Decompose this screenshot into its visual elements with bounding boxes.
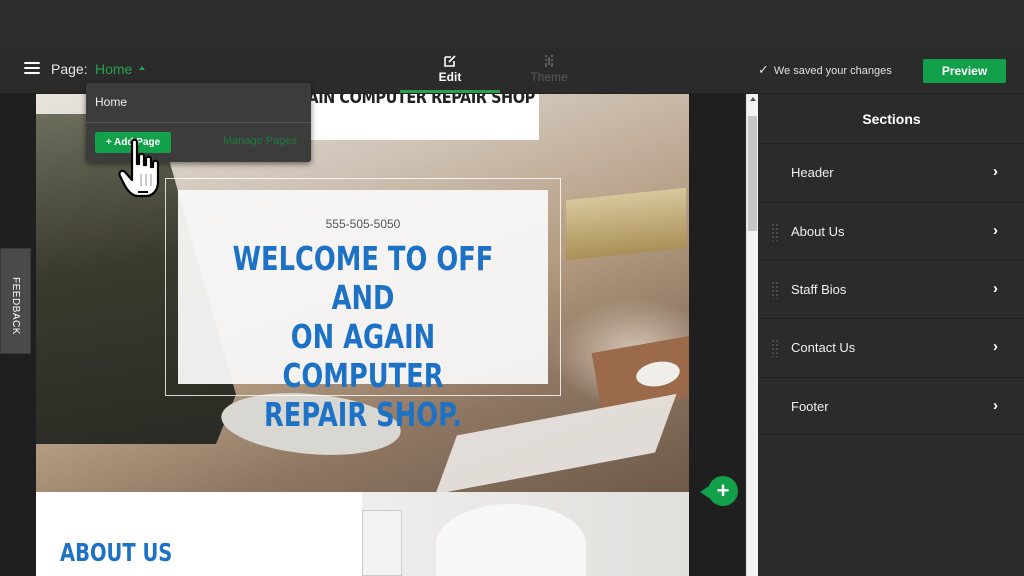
scroll-thumb[interactable] (748, 116, 757, 231)
about-keyboard-image (362, 510, 402, 576)
plus-icon: + (716, 478, 730, 503)
manage-pages-link[interactable]: Manage Pages (223, 135, 297, 147)
sections-panel: Sections Header › About Us › Staff Bios … (759, 94, 1024, 576)
section-item-staff-bios[interactable]: Staff Bios › (759, 260, 1024, 318)
hero-phone[interactable]: 555-505-5050 (178, 217, 548, 231)
about-heading[interactable]: ABOUT US (60, 538, 172, 567)
sections-title: Sections (862, 111, 921, 127)
about-mouse-image (436, 504, 586, 576)
add-section-button[interactable]: + (700, 476, 738, 508)
feedback-label: FEEDBACK (10, 277, 21, 335)
canvas-scrollbar[interactable] (746, 94, 758, 576)
hero-heading[interactable]: WELCOME TO OFF AND ON AGAIN COMPUTER REP… (219, 239, 508, 434)
save-status: ✓ We saved your changes (758, 62, 892, 78)
section-item-label: Staff Bios (791, 282, 847, 297)
page-label: Page: (51, 61, 88, 77)
save-status-text: We saved your changes (773, 65, 892, 77)
hand-cursor-icon (118, 138, 160, 198)
chevron-right-icon: › (993, 163, 998, 180)
page-selector[interactable]: Home (95, 61, 132, 77)
edit-icon (443, 54, 457, 68)
site-header[interactable]: GAIN COMPUTER REPAIR SHOP (296, 94, 539, 140)
section-item-label: Contact Us (791, 340, 856, 355)
books-image (566, 187, 686, 261)
tab-theme[interactable]: Theme (499, 52, 599, 92)
chevron-right-icon: › (993, 397, 998, 414)
active-tab-indicator (400, 90, 500, 93)
checkmark-icon: ✓ (758, 62, 769, 77)
preview-button[interactable]: Preview (923, 59, 1006, 83)
chevron-right-icon: › (993, 280, 998, 297)
scroll-up-arrow-icon[interactable] (750, 97, 756, 101)
chevron-right-icon: › (993, 222, 998, 239)
drag-handle-icon[interactable] (771, 223, 779, 241)
section-item-footer[interactable]: Footer › (759, 377, 1024, 435)
section-item-contact-us[interactable]: Contact Us › (759, 318, 1024, 376)
top-blank-area (0, 0, 1024, 46)
tab-edit-label: Edit (438, 70, 462, 84)
tab-edit[interactable]: Edit (400, 52, 500, 92)
drag-handle-icon[interactable] (771, 281, 779, 299)
dropdown-divider (86, 122, 311, 123)
site-title[interactable]: GAIN COMPUTER REPAIR SHOP (296, 94, 535, 108)
section-item-about-us[interactable]: About Us › (759, 202, 1024, 260)
theme-icon (542, 54, 556, 68)
feedback-tab[interactable]: FEEDBACK (0, 248, 31, 354)
section-item-label: About Us (791, 224, 845, 239)
hero-card[interactable]: 555-505-5050 WELCOME TO OFF AND ON AGAIN… (178, 190, 548, 434)
editor-canvas: GAIN COMPUTER REPAIR SHOP 555-505-5050 W… (0, 94, 745, 576)
section-item-label: Header (791, 165, 834, 180)
section-item-label: Footer (791, 399, 829, 414)
tab-theme-label: Theme (530, 70, 568, 84)
drag-handle-icon[interactable] (771, 339, 779, 357)
section-item-header[interactable]: Header › (759, 143, 1024, 201)
menu-icon[interactable] (24, 62, 40, 76)
caret-up-icon[interactable] (139, 66, 145, 70)
dropdown-item-home[interactable]: Home (95, 95, 127, 109)
chevron-right-icon: › (993, 338, 998, 355)
